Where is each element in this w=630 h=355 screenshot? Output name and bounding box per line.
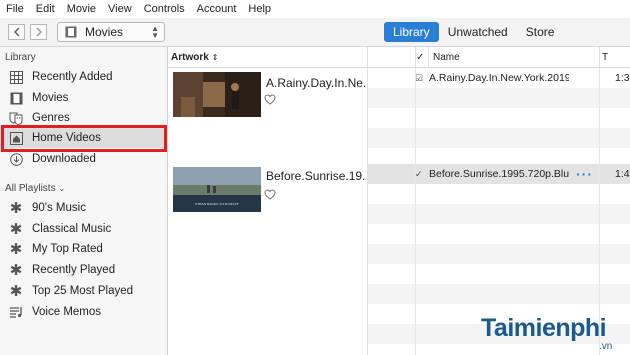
movie-time-cell: 1:32 — [615, 72, 630, 84]
table-row — [368, 224, 630, 244]
list-icon — [9, 305, 23, 319]
movie-title[interactable]: Before.Sunrise.19... — [266, 169, 366, 183]
menu-bar: File Edit Movie View Controls Account He… — [0, 0, 630, 18]
watermark-domain: .vn — [599, 341, 613, 352]
forward-button[interactable] — [30, 24, 47, 40]
sort-icon: ⇕ — [211, 52, 219, 62]
column-header-label: ✓ — [416, 51, 425, 63]
playlist-label: Recently Played — [32, 264, 116, 276]
menu-edit[interactable]: Edit — [30, 3, 61, 15]
column-header-label: Artwork — [171, 51, 209, 63]
column-header-label: T — [602, 51, 609, 63]
tab-store[interactable]: Store — [517, 22, 564, 42]
column-header-name[interactable]: Name — [428, 47, 599, 68]
sidebar-item-label: Movies — [32, 92, 69, 104]
playlists-header[interactable]: All Playlists ⌄ — [5, 183, 65, 194]
movie-name-cell: A.Rainy.Day.In.New.York.2019.720... — [429, 72, 569, 84]
column-divider — [599, 68, 600, 355]
column-header-check[interactable]: ✓ — [416, 47, 428, 68]
sidebar-item-label: Genres — [32, 112, 70, 124]
gear-icon: ✱ — [9, 221, 23, 238]
film-icon — [9, 91, 23, 105]
masks-icon — [9, 111, 23, 125]
download-icon — [9, 152, 23, 166]
view-tabs: Library Unwatched Store — [384, 22, 563, 42]
highlight-box — [1, 125, 167, 152]
playlist-item[interactable]: ✱ My Top Rated — [0, 239, 167, 259]
toolbar: Movies ▲ ▼ Library Unwatched Store — [0, 18, 630, 47]
sidebar: Library Recently Added Movies Genres Hom… — [0, 47, 168, 355]
sidebar-item-movies[interactable]: Movies — [0, 88, 167, 108]
playlist-label: My Top Rated — [32, 243, 103, 255]
heart-icon[interactable] — [264, 94, 276, 106]
movie-name-cell: Before.Sunrise.1995.720p.Blu... — [429, 168, 569, 180]
sidebar-item-label: Recently Added — [32, 71, 113, 83]
back-button[interactable] — [8, 24, 25, 40]
menu-file[interactable]: File — [0, 3, 30, 15]
song-list: ☑ A.Rainy.Day.In.New.York.2019.720... 1:… — [368, 68, 630, 355]
watermark-brand: Taimienphi — [481, 314, 607, 342]
chevron-down-icon: ⌄ — [58, 184, 66, 193]
table-row — [368, 284, 630, 304]
table-row[interactable]: ☑ A.Rainy.Day.In.New.York.2019.720... 1:… — [368, 68, 630, 88]
sidebar-item-recently-added[interactable]: Recently Added — [0, 67, 167, 87]
poster-credit-text: ETHAN HAWKE JULIE DELPY — [195, 202, 239, 206]
watermark-logo: Taimienphi .vn — [481, 314, 630, 354]
media-kind-label: Movies — [85, 25, 124, 39]
heart-icon[interactable] — [264, 189, 276, 201]
media-kind-select[interactable]: Movies ▲ ▼ — [57, 22, 165, 42]
updown-chevron-icon: ▲ ▼ — [151, 24, 159, 40]
film-icon — [65, 26, 77, 38]
checkbox-icon[interactable]: ☑ — [415, 73, 423, 84]
movie-list-view: Artwork ⇕ ✓ Name T A.Rainy.Day.In.Ne... — [168, 47, 630, 355]
movie-poster[interactable] — [173, 72, 261, 117]
playlist-item[interactable]: ✱ 90's Music — [0, 198, 167, 218]
menu-view[interactable]: View — [102, 3, 138, 15]
menu-help[interactable]: Help — [242, 3, 277, 15]
playlist-item[interactable]: ✱ Recently Played — [0, 260, 167, 280]
playlists-header-label: All Playlists — [5, 183, 56, 194]
playlist-item[interactable]: ✱ Classical Music — [0, 219, 167, 239]
sidebar-item-downloaded[interactable]: Downloaded — [0, 149, 167, 169]
gear-icon: ✱ — [9, 200, 23, 217]
menu-account[interactable]: Account — [191, 3, 243, 15]
chevron-left-icon — [13, 27, 19, 37]
sidebar-item-label: Downloaded — [32, 153, 96, 165]
column-header-blank[interactable] — [368, 47, 416, 68]
gear-icon: ✱ — [9, 283, 23, 300]
table-row[interactable]: ✓ Before.Sunrise.1995.720p.Blu... ··· 1:… — [368, 164, 630, 184]
tab-unwatched[interactable]: Unwatched — [439, 22, 517, 42]
more-options-icon[interactable]: ··· — [576, 166, 593, 182]
playlist-label: Voice Memos — [32, 306, 102, 318]
movie-poster[interactable]: ETHAN HAWKE JULIE DELPY — [173, 167, 261, 212]
gear-icon: ✱ — [9, 241, 23, 258]
menu-controls[interactable]: Controls — [138, 3, 191, 15]
chevron-right-icon — [36, 27, 42, 37]
table-row — [368, 264, 630, 284]
gear-icon: ✱ — [9, 262, 23, 279]
movie-time-cell: 1:41 — [615, 168, 630, 180]
column-header-label: Name — [433, 51, 460, 63]
playlist-label: Classical Music — [32, 223, 112, 235]
playlist-label: 90's Music — [32, 202, 86, 214]
grid-icon — [9, 70, 23, 84]
tab-library[interactable]: Library — [384, 22, 439, 42]
playlist-label: Top 25 Most Played — [32, 285, 134, 297]
table-row — [368, 204, 630, 224]
column-header-artwork[interactable]: Artwork ⇕ — [168, 47, 368, 68]
table-row — [368, 244, 630, 264]
playlist-item[interactable]: ✱ Top 25 Most Played — [0, 281, 167, 301]
column-header-time[interactable]: T — [599, 47, 630, 68]
library-header: Library — [5, 52, 36, 63]
playlist-item[interactable]: Voice Memos — [0, 302, 167, 322]
column-divider — [415, 68, 416, 355]
table-row — [368, 88, 630, 108]
table-row — [368, 184, 630, 204]
artwork-grid: A.Rainy.Day.In.Ne... ETHAN HAWKE JULIE D… — [168, 68, 368, 355]
checkmark-icon[interactable]: ✓ — [415, 169, 423, 180]
movie-title[interactable]: A.Rainy.Day.In.Ne... — [266, 76, 366, 90]
table-row — [368, 128, 630, 148]
table-row — [368, 108, 630, 128]
menu-movie[interactable]: Movie — [61, 3, 102, 15]
